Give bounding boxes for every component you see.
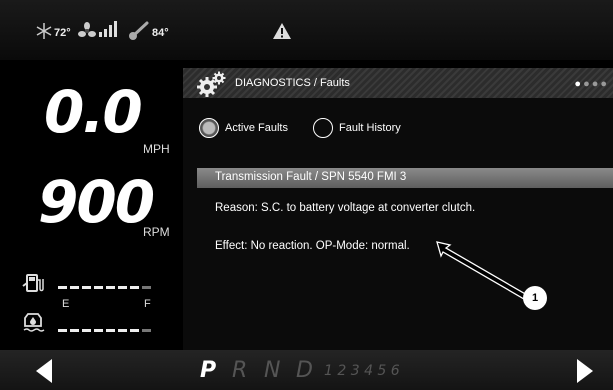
fault-title: Transmission Fault / SPN 5540 FMI 3: [215, 171, 407, 183]
fuel-gauge-bar: [58, 279, 154, 297]
diagnostics-panel: DIAGNOSTICS / Faults ●●●● Active Faults …: [183, 68, 613, 350]
thermometer-icon: [129, 20, 151, 45]
radio-selected-icon: [199, 118, 219, 138]
gear-n[interactable]: N: [264, 358, 280, 383]
speed-value: 0.0: [44, 78, 143, 146]
speed-unit: MPH: [143, 142, 170, 156]
def-gauge-bar: [58, 322, 154, 340]
signal-icon: [99, 20, 119, 43]
gear-ranges: 1 2 3 4 5 6: [324, 363, 400, 379]
gear-selector-bar: P R N D 1 2 3 4 5 6: [0, 350, 613, 390]
ambient-temp: 72°: [54, 27, 71, 39]
diagnostics-title: DIAGNOSTICS / Faults: [235, 77, 350, 89]
gear-p[interactable]: P: [200, 358, 216, 383]
gear-r[interactable]: R: [232, 358, 247, 383]
tab-fault-history-label: Fault History: [339, 122, 401, 134]
fuel-empty-label: E: [62, 298, 70, 310]
tab-active-faults-label: Active Faults: [225, 122, 288, 134]
gauge-cluster: 0.0 MPH 900 RPM E F: [0, 60, 180, 350]
fault-title-bar[interactable]: Transmission Fault / SPN 5540 FMI 3: [197, 168, 613, 188]
engine-temp: 84°: [152, 27, 169, 39]
warning-icon[interactable]: [272, 22, 292, 45]
left-arrow-icon[interactable]: [35, 358, 53, 389]
def-fluid-icon: [22, 310, 46, 339]
tab-active-faults[interactable]: Active Faults: [199, 115, 288, 141]
right-arrow-icon[interactable]: [576, 358, 594, 389]
callout-number: 1: [523, 286, 547, 310]
gear-d[interactable]: D: [296, 358, 313, 383]
fault-effect: Effect: No reaction. OP-Mode: normal.: [215, 240, 410, 252]
status-bar: 72° 84°: [0, 0, 613, 60]
rpm-value: 900: [38, 168, 155, 236]
fan-icon: [78, 22, 96, 45]
gear-icon: [197, 71, 227, 102]
page-indicator[interactable]: ●●●●: [574, 78, 609, 90]
diagnostics-header: DIAGNOSTICS / Faults ●●●●: [183, 68, 613, 98]
fuel-full-label: F: [144, 298, 151, 310]
rpm-unit: RPM: [143, 225, 170, 239]
fault-reason: Reason: S.C. to battery voltage at conve…: [215, 202, 476, 214]
snowflake-icon: [35, 22, 53, 45]
fuel-pump-icon: [22, 272, 44, 299]
tab-fault-history[interactable]: Fault History: [313, 115, 401, 141]
radio-unselected-icon: [313, 118, 333, 138]
